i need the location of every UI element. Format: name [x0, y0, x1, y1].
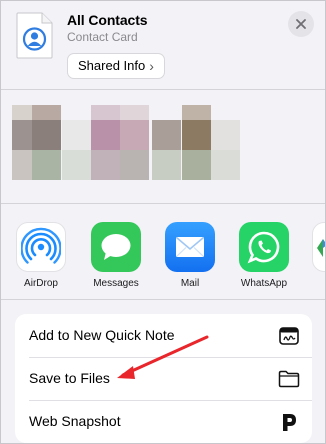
close-icon: [296, 19, 306, 29]
chevron-right-icon: ›: [149, 58, 154, 74]
action-web-snapshot[interactable]: Web Snapshot: [15, 400, 312, 443]
share-subtitle: Contact Card: [67, 30, 138, 44]
p-icon: [283, 414, 296, 431]
mosaic-tile: [211, 120, 240, 150]
action-save-to-files[interactable]: Save to Files: [15, 357, 312, 400]
close-button[interactable]: [288, 11, 314, 37]
people-divider: [1, 203, 325, 204]
mosaic-tile: [182, 150, 211, 180]
app-messages-label: Messages: [93, 278, 139, 289]
apps-divider: [1, 299, 325, 300]
action-add-quick-note[interactable]: Add to New Quick Note: [15, 314, 312, 357]
mosaic-tile: [62, 120, 91, 150]
mosaic-tile: [120, 150, 149, 180]
action-label: Web Snapshot: [29, 413, 121, 429]
app-airdrop-label: AirDrop: [24, 278, 58, 289]
mosaic-tile: [32, 120, 61, 150]
mosaic-tile: [120, 120, 149, 150]
app-whatsapp[interactable]: WhatsApp: [238, 222, 290, 289]
app-row: AirDrop Messages Mail WhatsApp: [1, 217, 325, 299]
app-more-partial[interactable]: [312, 222, 325, 272]
mosaic-tile: [62, 150, 91, 180]
mosaic-tile: [91, 120, 120, 150]
header-divider: [1, 89, 325, 90]
action-label: Add to New Quick Note: [29, 327, 175, 343]
share-title: All Contacts: [67, 12, 148, 28]
app-whatsapp-label: WhatsApp: [240, 278, 288, 289]
messages-icon: [91, 222, 141, 272]
mosaic-tile: [152, 150, 181, 180]
contact-card-icon: [16, 12, 53, 59]
shared-info-label: Shared Info: [78, 58, 146, 73]
share-sheet: All Contacts Contact Card Shared Info ›: [0, 0, 326, 444]
partial-app-icon: [312, 222, 325, 272]
share-header: All Contacts Contact Card Shared Info ›: [1, 1, 325, 89]
app-mail[interactable]: Mail: [164, 222, 216, 289]
app-mail-label: Mail: [180, 278, 200, 289]
quick-note-icon: [279, 327, 299, 345]
mosaic-tile: [152, 120, 181, 150]
mosaic-tile: [211, 150, 240, 180]
mosaic-tile: [32, 150, 61, 180]
app-messages[interactable]: Messages: [90, 222, 142, 289]
whatsapp-icon: [239, 222, 289, 272]
app-airdrop[interactable]: AirDrop: [15, 222, 67, 289]
shared-info-button[interactable]: Shared Info ›: [67, 53, 165, 79]
airdrop-icon: [16, 222, 66, 272]
action-label: Save to Files: [29, 370, 110, 386]
mosaic-tile: [182, 120, 211, 150]
folder-icon: [278, 370, 300, 388]
mosaic-tile: [91, 150, 120, 180]
mail-icon: [165, 222, 215, 272]
actions-list: Add to New Quick Note Save to Files Web …: [15, 314, 312, 443]
